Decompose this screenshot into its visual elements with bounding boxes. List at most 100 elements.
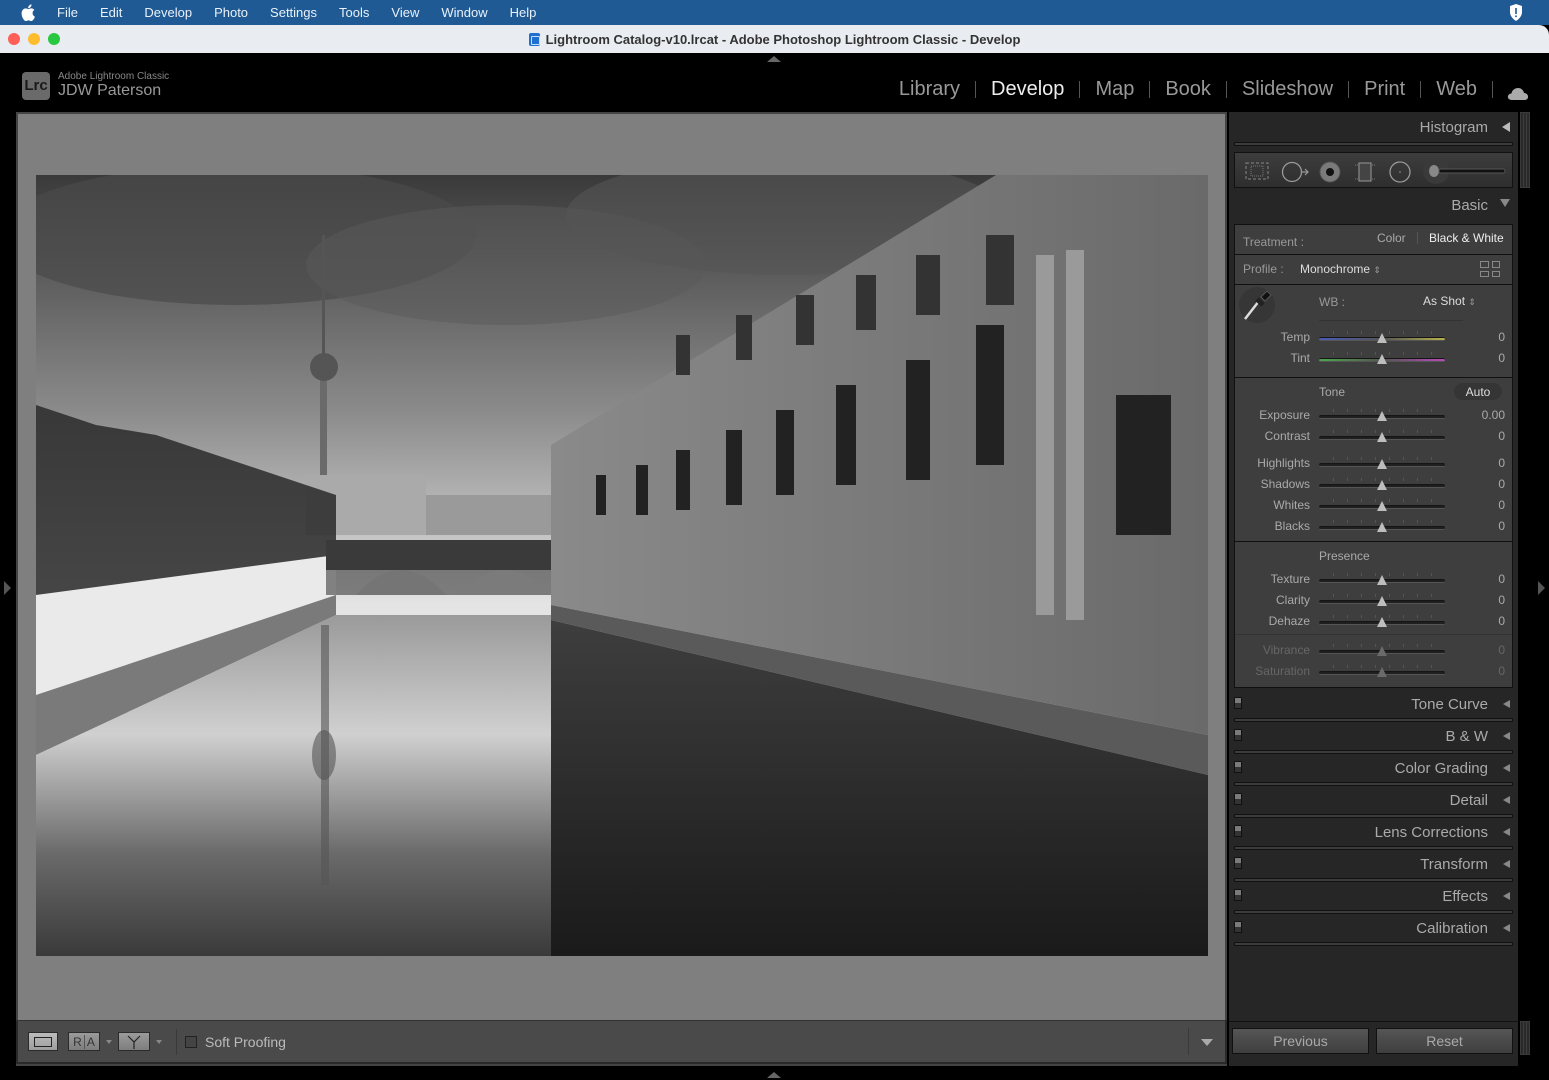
- right-panel-toggle-icon[interactable]: [1538, 581, 1545, 595]
- section-toggle-switch[interactable]: [1234, 825, 1242, 837]
- module-web[interactable]: Web: [1421, 78, 1492, 101]
- slider-value[interactable]: 0: [1498, 351, 1505, 365]
- module-map[interactable]: Map: [1080, 78, 1149, 101]
- slider-thumb[interactable]: [1377, 617, 1387, 627]
- menu-view[interactable]: View: [391, 5, 419, 20]
- spot-removal-icon[interactable]: [1281, 161, 1311, 188]
- auto-tone-button[interactable]: Auto: [1454, 383, 1502, 400]
- slider-whites[interactable]: Whites 0: [1235, 497, 1515, 515]
- top-panel-toggle-icon[interactable]: [767, 56, 781, 62]
- expand-section-icon[interactable]: [1503, 828, 1510, 836]
- section-toggle-switch[interactable]: [1234, 761, 1242, 773]
- before-after-button[interactable]: R A: [68, 1032, 100, 1051]
- before-after-dropdown-icon[interactable]: [106, 1039, 112, 1044]
- treatment-color-option[interactable]: Color: [1377, 231, 1406, 245]
- left-panel-toggle-icon[interactable]: [4, 581, 11, 595]
- slider-shadows[interactable]: Shadows 0: [1235, 476, 1515, 494]
- slider-thumb[interactable]: [1377, 596, 1387, 606]
- section-detail[interactable]: Detail: [1229, 788, 1518, 820]
- slider-value[interactable]: 0: [1498, 614, 1505, 628]
- slider-thumb[interactable]: [1377, 354, 1387, 364]
- module-print[interactable]: Print: [1349, 78, 1420, 101]
- slider-thumb[interactable]: [1377, 667, 1387, 677]
- slider-thumb[interactable]: [1377, 459, 1387, 469]
- expand-section-icon[interactable]: [1503, 860, 1510, 868]
- image-canvas[interactable]: [16, 112, 1227, 1066]
- close-window-button[interactable]: [8, 33, 20, 45]
- histogram-header[interactable]: Histogram: [1229, 112, 1518, 142]
- treatment-bw-option[interactable]: Black & White: [1429, 231, 1504, 245]
- slider-thumb[interactable]: [1377, 333, 1387, 343]
- slider-tint[interactable]: Tint 0: [1235, 350, 1515, 368]
- red-eye-icon[interactable]: [1318, 161, 1342, 188]
- expand-section-icon[interactable]: [1503, 732, 1510, 740]
- previous-button[interactable]: Previous: [1232, 1028, 1369, 1054]
- profile-browser-icon[interactable]: [1480, 261, 1500, 277]
- slider-value[interactable]: 0: [1498, 477, 1505, 491]
- slider-thumb[interactable]: [1377, 501, 1387, 511]
- slider-value[interactable]: 0: [1498, 429, 1505, 443]
- expand-section-icon[interactable]: [1503, 764, 1510, 772]
- shield-alert-icon[interactable]: [1509, 4, 1523, 21]
- slider-thumb[interactable]: [1377, 411, 1387, 421]
- slider-value[interactable]: 0: [1498, 456, 1505, 470]
- slider-dehaze[interactable]: Dehaze 0: [1235, 613, 1515, 631]
- slider-exposure[interactable]: Exposure 0.00: [1235, 407, 1515, 425]
- photo-preview[interactable]: [36, 175, 1208, 956]
- section-toggle-switch[interactable]: [1234, 857, 1242, 869]
- menu-settings[interactable]: Settings: [270, 5, 317, 20]
- loupe-view-button[interactable]: [28, 1032, 58, 1051]
- section-tone-curve[interactable]: Tone Curve: [1229, 692, 1518, 724]
- slider-value[interactable]: 0: [1498, 643, 1505, 657]
- section-color-grading[interactable]: Color Grading: [1229, 756, 1518, 788]
- zoom-window-button[interactable]: [48, 33, 60, 45]
- right-panel-scrollbar[interactable]: [1520, 112, 1530, 188]
- slider-thumb[interactable]: [1377, 522, 1387, 532]
- radial-filter-icon[interactable]: [1388, 161, 1412, 188]
- slider-clarity[interactable]: Clarity 0: [1235, 592, 1515, 610]
- slider-highlights[interactable]: Highlights 0: [1235, 455, 1515, 473]
- slider-value[interactable]: 0: [1498, 572, 1505, 586]
- soft-proofing-checkbox[interactable]: [185, 1035, 197, 1048]
- minimize-window-button[interactable]: [28, 33, 40, 45]
- section-transform[interactable]: Transform: [1229, 852, 1518, 884]
- toolbar-options-dropdown-icon[interactable]: [1201, 1039, 1213, 1046]
- menu-edit[interactable]: Edit: [100, 5, 122, 20]
- section-effects[interactable]: Effects: [1229, 884, 1518, 916]
- bottom-panel-toggle-icon[interactable]: [767, 1072, 781, 1078]
- slider-thumb[interactable]: [1377, 432, 1387, 442]
- slider-thumb[interactable]: [1377, 575, 1387, 585]
- section-toggle-switch[interactable]: [1234, 921, 1242, 933]
- expand-section-icon[interactable]: [1503, 892, 1510, 900]
- basic-header[interactable]: Basic: [1229, 190, 1518, 220]
- slider-thumb[interactable]: [1377, 646, 1387, 656]
- slider-texture[interactable]: Texture 0: [1235, 571, 1515, 589]
- reset-button[interactable]: Reset: [1376, 1028, 1513, 1054]
- slider-thumb[interactable]: [1377, 480, 1387, 490]
- menu-file[interactable]: File: [57, 5, 78, 20]
- slider-value[interactable]: 0: [1498, 593, 1505, 607]
- slider-temp[interactable]: Temp 0: [1235, 329, 1515, 347]
- section-toggle-switch[interactable]: [1234, 793, 1242, 805]
- expand-section-icon[interactable]: [1503, 796, 1510, 804]
- slider-blacks[interactable]: Blacks 0: [1235, 518, 1515, 536]
- collapse-histogram-icon[interactable]: [1502, 122, 1510, 132]
- section-b-w[interactable]: B & W: [1229, 724, 1518, 756]
- slider-value[interactable]: 0: [1498, 664, 1505, 678]
- section-toggle-switch[interactable]: [1234, 889, 1242, 901]
- crop-overlay-icon[interactable]: [1244, 161, 1270, 186]
- right-panel-resize-handle[interactable]: [1520, 1021, 1530, 1055]
- menu-help[interactable]: Help: [510, 5, 537, 20]
- profile-select[interactable]: Monochrome ⇕: [1300, 262, 1381, 276]
- section-toggle-switch[interactable]: [1234, 697, 1242, 709]
- section-toggle-switch[interactable]: [1234, 729, 1242, 741]
- expand-basic-icon[interactable]: [1500, 199, 1510, 207]
- menu-photo[interactable]: Photo: [214, 5, 248, 20]
- wb-selector-button[interactable]: [1239, 287, 1275, 323]
- menu-develop[interactable]: Develop: [144, 5, 192, 20]
- expand-section-icon[interactable]: [1503, 700, 1510, 708]
- section-lens-corrections[interactable]: Lens Corrections: [1229, 820, 1518, 852]
- slider-value[interactable]: 0.00: [1482, 408, 1505, 422]
- before-after-split-button[interactable]: [118, 1032, 150, 1051]
- wb-select[interactable]: As Shot ⇕: [1423, 294, 1476, 308]
